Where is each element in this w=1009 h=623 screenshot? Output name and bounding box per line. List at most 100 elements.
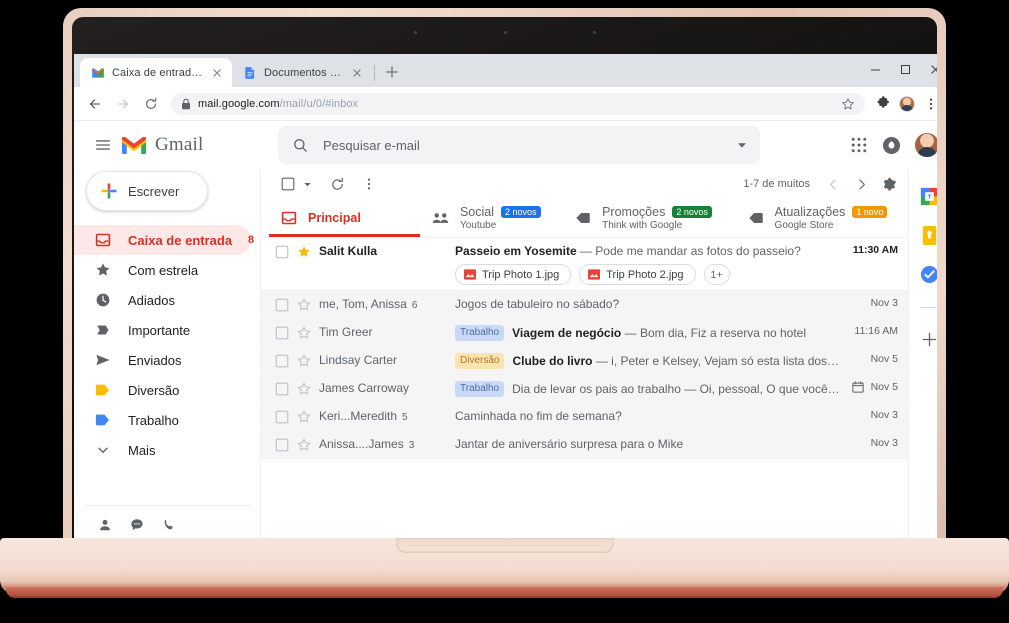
compose-button[interactable]: Escrever <box>86 171 208 211</box>
table-row[interactable]: Lindsay Carter Diversão Clube do livro —… <box>261 347 908 375</box>
sidebar-item-diversao[interactable]: Diversão <box>74 375 251 405</box>
close-window-button[interactable] <box>920 56 937 83</box>
chevron-left-icon[interactable] <box>820 171 846 197</box>
maximize-button[interactable] <box>890 56 920 83</box>
screenshot-stage: Caixa de entrada (2) <box>0 0 1009 623</box>
row-content: Diversão Clube do livro — i, Peter e Kel… <box>455 347 842 374</box>
star-icon[interactable] <box>297 291 319 312</box>
tab-promocoes[interactable]: Promoções 2 novos Think with Google <box>563 199 735 237</box>
apps-grid-icon[interactable] <box>850 136 868 154</box>
table-row[interactable]: Tim Greer Trabalho Viagem de negócio — B… <box>261 319 908 347</box>
row-checkbox[interactable] <box>275 291 297 312</box>
star-icon[interactable] <box>297 319 319 340</box>
attachment-chip[interactable]: Trip Photo 2.jpg <box>579 264 696 285</box>
row-date: Nov 3 <box>870 297 898 309</box>
tab-social[interactable]: Social 2 novos Youtube <box>420 199 563 237</box>
active-tab-indicator <box>269 234 420 237</box>
row-meta: 11:30 AM <box>842 238 898 256</box>
label-chip[interactable]: Trabalho <box>455 325 505 341</box>
gmail-icon <box>91 66 105 80</box>
more-vertical-icon[interactable] <box>356 171 382 197</box>
tab-principal[interactable]: Principal <box>269 199 420 237</box>
hamburger-menu-icon[interactable] <box>88 130 118 160</box>
address-bar[interactable]: mail.google.com/mail/u/0/#inbox <box>171 92 865 115</box>
row-checkbox[interactable] <box>275 403 297 424</box>
checkbox-icon[interactable] <box>275 171 301 197</box>
chevron-right-icon[interactable] <box>848 171 874 197</box>
row-sender: Keri...Meredith 5 <box>319 409 408 423</box>
search-options-chevron-down-icon[interactable] <box>736 139 748 151</box>
star-icon[interactable] <box>297 347 319 368</box>
gmail-logo[interactable]: Gmail <box>120 134 270 156</box>
category-tabs: Principal Social 2 novos Youtube Promoçõ… <box>261 199 908 237</box>
table-row[interactable]: James Carroway Trabalho Dia de levar os … <box>261 375 908 403</box>
google-calendar-icon[interactable] <box>920 187 937 206</box>
close-icon[interactable] <box>210 66 224 80</box>
contacts-person-icon[interactable] <box>98 518 112 532</box>
sidebar-item-important[interactable]: Importante <box>74 315 251 345</box>
phone-call-icon[interactable] <box>162 518 176 532</box>
attachment-chip[interactable]: Trip Photo 1.jpg <box>455 264 572 285</box>
extensions-puzzle-icon[interactable] <box>872 93 894 115</box>
gmail-header: Gmail Pesquisar e-mail <box>74 121 937 169</box>
sidebar-item-more[interactable]: Mais <box>74 435 251 465</box>
minimize-button[interactable] <box>860 56 890 83</box>
sidebar-item-starred[interactable]: Com estrela <box>74 255 251 285</box>
reload-icon[interactable] <box>138 91 164 117</box>
row-content: Passeio em Yosemite — Pode me mandar as … <box>455 238 842 290</box>
clock-snooze-icon <box>94 291 112 309</box>
chrome-menu-icon[interactable] <box>920 93 937 115</box>
select-all-control[interactable] <box>275 171 312 197</box>
back-arrow-icon[interactable] <box>82 91 108 117</box>
plus-colored-icon <box>100 182 118 200</box>
bookmark-star-icon[interactable] <box>841 97 855 111</box>
new-tab-button[interactable] <box>381 61 403 83</box>
chat-bubble-icon[interactable] <box>130 518 144 532</box>
label-chip[interactable]: Trabalho <box>455 381 505 397</box>
browser-tab-docs[interactable]: Documentos Google <box>232 58 372 87</box>
table-row[interactable]: Anissa....James 3 Jantar de aniversário s… <box>261 431 908 459</box>
row-content: Caminhada no fim de semana? <box>455 403 842 428</box>
row-checkbox[interactable] <box>275 431 297 452</box>
url-host: mail.google.com/mail/u/0/#inbox <box>198 97 359 110</box>
add-plus-icon[interactable] <box>921 331 937 348</box>
google-assistant-icon[interactable] <box>882 136 901 155</box>
row-meta: Nov 3 <box>842 403 898 421</box>
sidebar-item-snoozed[interactable]: Adiados <box>74 285 251 315</box>
row-sender: Tim Greer <box>319 325 373 339</box>
row-checkbox[interactable] <box>275 347 297 368</box>
browser-tab-gmail[interactable]: Caixa de entrada (2) <box>80 58 232 87</box>
lock-icon <box>181 98 191 110</box>
label-chip[interactable]: Diversão <box>455 353 505 369</box>
profile-avatar-icon[interactable] <box>896 93 918 115</box>
star-icon[interactable] <box>297 238 319 259</box>
row-checkbox[interactable] <box>275 319 297 340</box>
mail-list-empty-space <box>261 459 908 543</box>
search-input[interactable]: Pesquisar e-mail <box>278 126 760 164</box>
star-icon[interactable] <box>297 375 319 396</box>
row-checkbox[interactable] <box>275 238 297 259</box>
table-row[interactable]: Keri...Meredith 5 Caminhada no fim de sem… <box>261 403 908 431</box>
forward-arrow-icon[interactable] <box>110 91 136 117</box>
table-row[interactable]: Salit Kulla Passeio em Yosemite — Pode m… <box>261 238 908 291</box>
tab-badge: 2 novos <box>501 206 541 218</box>
tab-atualizacoes[interactable]: Atualizações 1 novo Google Store <box>736 199 908 237</box>
google-tasks-icon[interactable] <box>920 265 937 284</box>
star-icon[interactable] <box>297 403 319 424</box>
account-avatar-icon[interactable] <box>915 133 937 157</box>
gear-icon[interactable] <box>876 171 902 197</box>
google-keep-icon[interactable] <box>921 226 937 245</box>
sidebar-item-sent[interactable]: Enviados <box>74 345 251 375</box>
attachment-more-count[interactable]: 1+ <box>703 264 730 285</box>
close-icon[interactable] <box>350 66 364 80</box>
row-meta: Nov 5 <box>842 347 898 365</box>
row-checkbox[interactable] <box>275 375 297 396</box>
chevron-down-icon[interactable] <box>303 180 312 189</box>
table-row[interactable]: me, Tom, Anissa 6 Jogos de tabuleiro no s… <box>261 291 908 319</box>
sidebar-item-trabalho[interactable]: Trabalho <box>74 405 251 435</box>
mail-list-toolbar: 1-7 de muitos <box>261 169 908 199</box>
refresh-icon[interactable] <box>324 171 350 197</box>
row-date: Nov 3 <box>870 437 898 449</box>
sidebar-item-inbox[interactable]: Caixa de entrada 8 <box>74 225 254 255</box>
star-icon[interactable] <box>297 431 319 452</box>
